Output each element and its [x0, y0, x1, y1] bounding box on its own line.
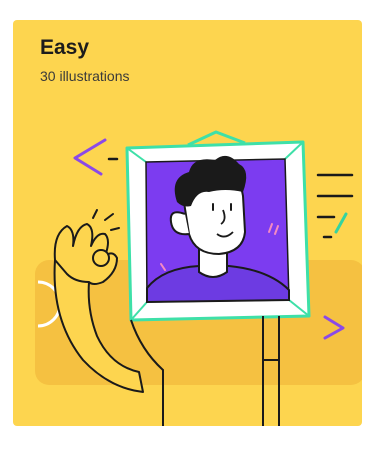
illustration-count: 30 illustrations — [40, 68, 130, 84]
illustration-pack-card[interactable]: Easy 30 illustrations — [13, 20, 362, 426]
card-title: Easy — [40, 36, 90, 59]
